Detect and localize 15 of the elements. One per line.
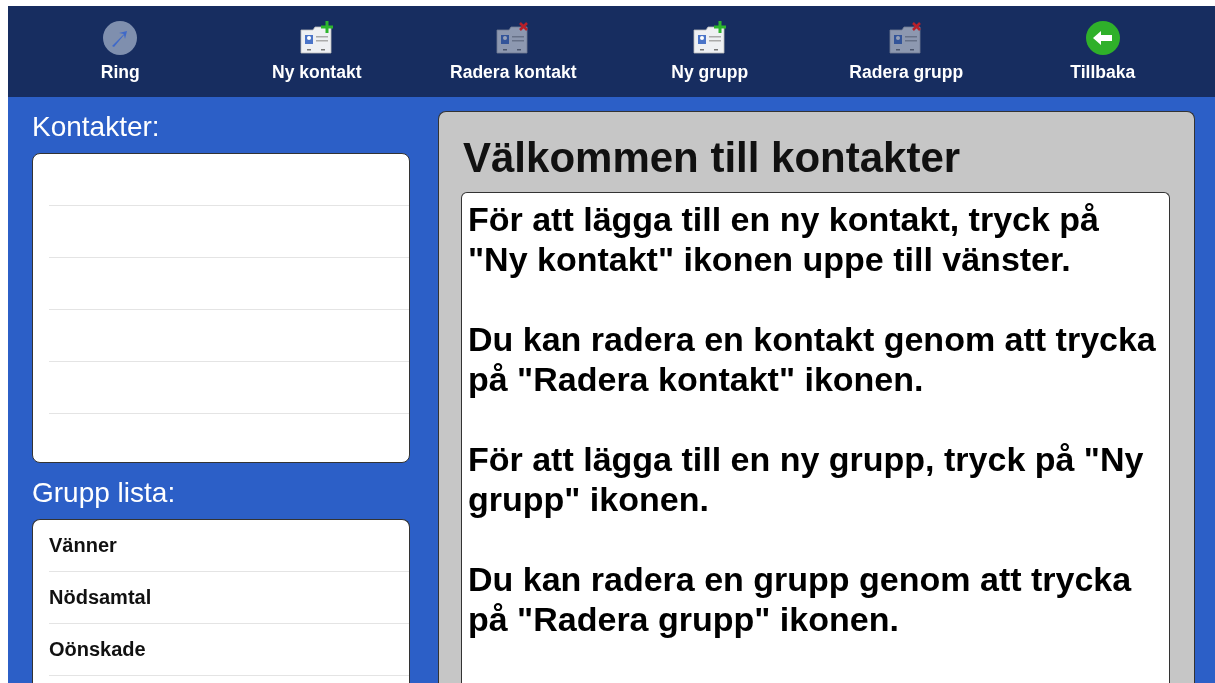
section-title: Grupp lista: — [32, 477, 177, 509]
instruction-paragraph: Du kan radera en grupp genom att trycka på "Radera grupp" ikonen. — [468, 559, 1133, 639]
group-list-item[interactable]: Nödsamtal — [49, 572, 409, 624]
toolbar-button[interactable]: Ny kontakt — [236, 16, 397, 87]
contact-card-plus-icon — [298, 20, 335, 56]
group-list-item[interactable]: Vänner — [49, 520, 409, 572]
instruction-paragraph: Du kan radera en kontakt genom att trycka på "Radera kontakt" ikonen. — [468, 319, 1157, 399]
toolbar-button[interactable]: Tillbaka — [1022, 16, 1183, 87]
welcome-title: Välkommen till kontakter — [463, 134, 962, 182]
instruction-paragraph: För att lägga till en ny kontakt, tryck på "Ny kontakt" ikonen uppe till vänster. — [468, 199, 1101, 279]
group-list-item[interactable]: Oönskade — [49, 624, 409, 676]
section-title: Kontakter: — [32, 111, 161, 143]
instruction-paragraph: För att lägga till en ny grupp, tryck på "Ny grupp" ikonen. — [468, 439, 1145, 519]
toolbar-button[interactable]: Ny grupp — [629, 16, 790, 87]
contact-card-plus-icon — [691, 20, 728, 56]
